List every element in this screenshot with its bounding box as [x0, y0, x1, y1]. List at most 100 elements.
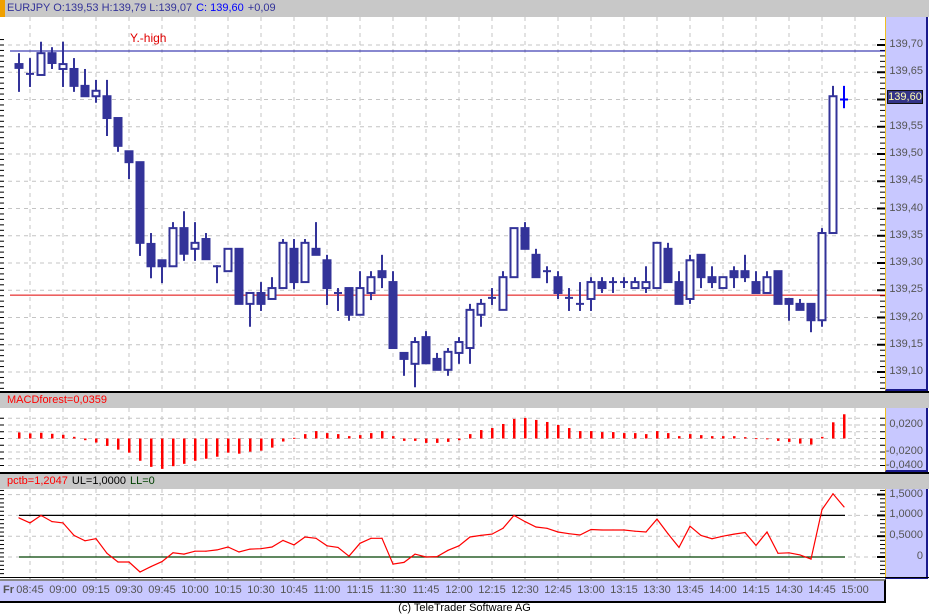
candle	[751, 271, 761, 294]
pctb-point	[425, 556, 427, 558]
pctb-point	[40, 514, 42, 517]
candle	[641, 266, 651, 293]
candle	[322, 254, 332, 305]
last-price-tag: 139,60	[887, 90, 923, 104]
pctb-point	[788, 552, 790, 554]
candle-body	[58, 63, 68, 70]
macd-bar	[480, 430, 483, 439]
candle-body	[740, 270, 750, 279]
candle-body	[179, 227, 189, 255]
candle	[543, 266, 551, 284]
candle	[740, 254, 750, 283]
pctb-point	[634, 530, 636, 532]
macd-bar	[491, 428, 494, 439]
pctb-point	[106, 552, 108, 554]
macd-bar	[370, 433, 373, 439]
candle-body	[322, 259, 332, 290]
time-label: 10:30	[247, 584, 275, 596]
macd-bar	[315, 431, 318, 439]
time-axis[interactable]: Fr 08:45 09:00 09:15 09:30 09:45 10:00 10:15 10…	[0, 579, 886, 603]
time-label: 14:30	[775, 584, 803, 596]
macd-bar	[18, 432, 21, 439]
pctb-point	[51, 521, 53, 523]
macd-bar	[590, 431, 593, 439]
candle	[454, 337, 464, 364]
pctb-point	[755, 544, 757, 546]
pctb-point	[524, 521, 526, 523]
macd-bar	[260, 438, 263, 451]
pctb-point	[271, 546, 273, 548]
candle	[498, 271, 508, 311]
candle	[576, 282, 584, 311]
candle	[256, 282, 266, 311]
candle	[465, 303, 475, 364]
macd-bar	[84, 438, 87, 441]
candle	[135, 161, 145, 256]
pctb-point	[733, 533, 735, 535]
pctb-point	[678, 546, 680, 549]
pctb-point	[777, 552, 779, 554]
macd-bar	[73, 436, 76, 439]
time-label: 10:15	[214, 584, 242, 596]
candle	[289, 239, 299, 290]
candle-body	[784, 297, 794, 305]
candle	[201, 233, 211, 261]
pctb-point	[139, 571, 141, 573]
pctb-point	[304, 536, 306, 538]
time-label: 11:30	[379, 584, 407, 596]
candle	[806, 302, 816, 333]
candle	[47, 47, 57, 69]
candle-body	[157, 259, 167, 268]
pctb-point	[667, 533, 669, 535]
time-label: 14:45	[808, 584, 836, 596]
pctb-point	[799, 554, 801, 556]
candle-body	[234, 247, 244, 305]
pctb-point	[183, 553, 185, 555]
pctb-point	[260, 548, 262, 550]
candle	[531, 248, 541, 279]
macd-bar	[414, 438, 417, 441]
candle	[773, 270, 783, 305]
candle-body	[597, 281, 607, 290]
pctb-point	[205, 550, 207, 552]
macd-bar	[29, 433, 32, 439]
candle-body	[377, 270, 387, 279]
pctb-point	[348, 555, 350, 557]
pctb-point	[238, 551, 240, 553]
pctb-point	[700, 534, 702, 536]
candle	[817, 228, 827, 327]
macd-bar	[656, 431, 659, 439]
time-label: 14:00	[709, 584, 737, 596]
time-label: 09:30	[115, 584, 143, 596]
macd-bar	[161, 438, 164, 469]
macd-bar	[557, 425, 560, 439]
candle-body	[69, 67, 79, 87]
candle-body	[168, 227, 178, 268]
pctb-point	[458, 545, 460, 547]
time-label: 14:15	[742, 584, 770, 596]
macd-bar	[667, 433, 670, 439]
pctb-point	[722, 535, 724, 537]
pctb-point	[645, 531, 647, 533]
chart-canvas[interactable]	[0, 0, 929, 616]
macd-bar	[183, 438, 186, 464]
candle	[828, 85, 838, 235]
candle-body	[454, 341, 464, 354]
macd-bar	[810, 438, 813, 445]
candle	[795, 298, 805, 311]
pctb-point	[579, 534, 581, 536]
candle-body	[476, 302, 486, 316]
candle	[168, 222, 178, 268]
macd-bar	[623, 433, 626, 439]
macd-bar	[128, 438, 131, 453]
macd-bar	[271, 438, 274, 448]
candle	[234, 247, 244, 305]
macd-bar	[766, 438, 769, 440]
macd-bar	[447, 438, 450, 442]
candle	[663, 242, 673, 284]
time-label: 09:00	[49, 584, 77, 596]
macd-bar	[634, 433, 637, 439]
pctb-point	[469, 536, 471, 538]
candle	[146, 233, 156, 279]
macd-bar	[139, 438, 142, 461]
